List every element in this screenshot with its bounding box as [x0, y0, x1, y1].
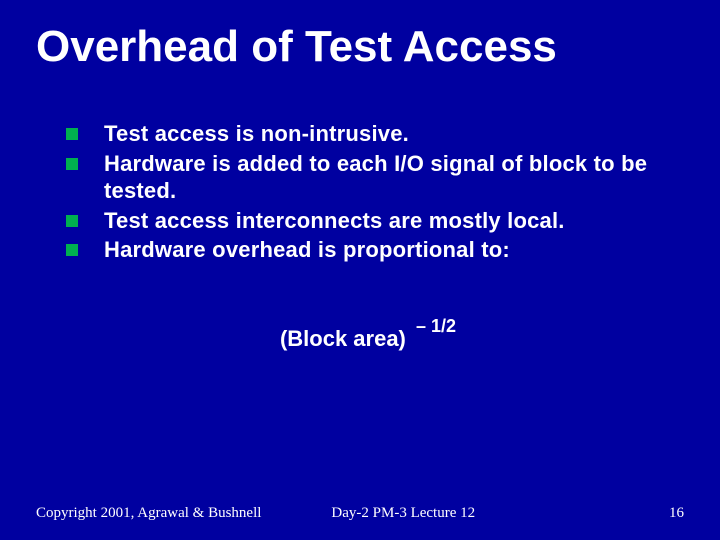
- formula-base: (Block area): [280, 326, 406, 352]
- bullet-item: Hardware overhead is proportional to:: [66, 236, 670, 264]
- bullet-item: Test access is non-intrusive.: [66, 120, 670, 148]
- slide: Overhead of Test Access Test access is n…: [0, 0, 720, 540]
- bullet-text: Test access is non-intrusive.: [104, 120, 409, 148]
- bullet-item: Test access interconnects are mostly loc…: [66, 207, 670, 235]
- footer-page-number: 16: [669, 505, 684, 522]
- slide-body: Test access is non-intrusive. Hardware i…: [0, 72, 720, 352]
- slide-footer: Copyright 2001, Agrawal & Bushnell Day-2…: [0, 505, 720, 522]
- square-bullet-icon: [66, 244, 78, 256]
- footer-lecture-label: Day-2 PM-3 Lecture 12: [261, 505, 669, 522]
- formula: (Block area) – 1/2: [66, 326, 670, 352]
- slide-title: Overhead of Test Access: [0, 0, 720, 72]
- bullet-text: Hardware is added to each I/O signal of …: [104, 150, 670, 205]
- formula-exponent: – 1/2: [416, 316, 456, 337]
- square-bullet-icon: [66, 158, 78, 170]
- square-bullet-icon: [66, 128, 78, 140]
- bullet-text: Hardware overhead is proportional to:: [104, 236, 510, 264]
- bullet-text: Test access interconnects are mostly loc…: [104, 207, 565, 235]
- footer-copyright: Copyright 2001, Agrawal & Bushnell: [36, 505, 261, 522]
- square-bullet-icon: [66, 215, 78, 227]
- bullet-item: Hardware is added to each I/O signal of …: [66, 150, 670, 205]
